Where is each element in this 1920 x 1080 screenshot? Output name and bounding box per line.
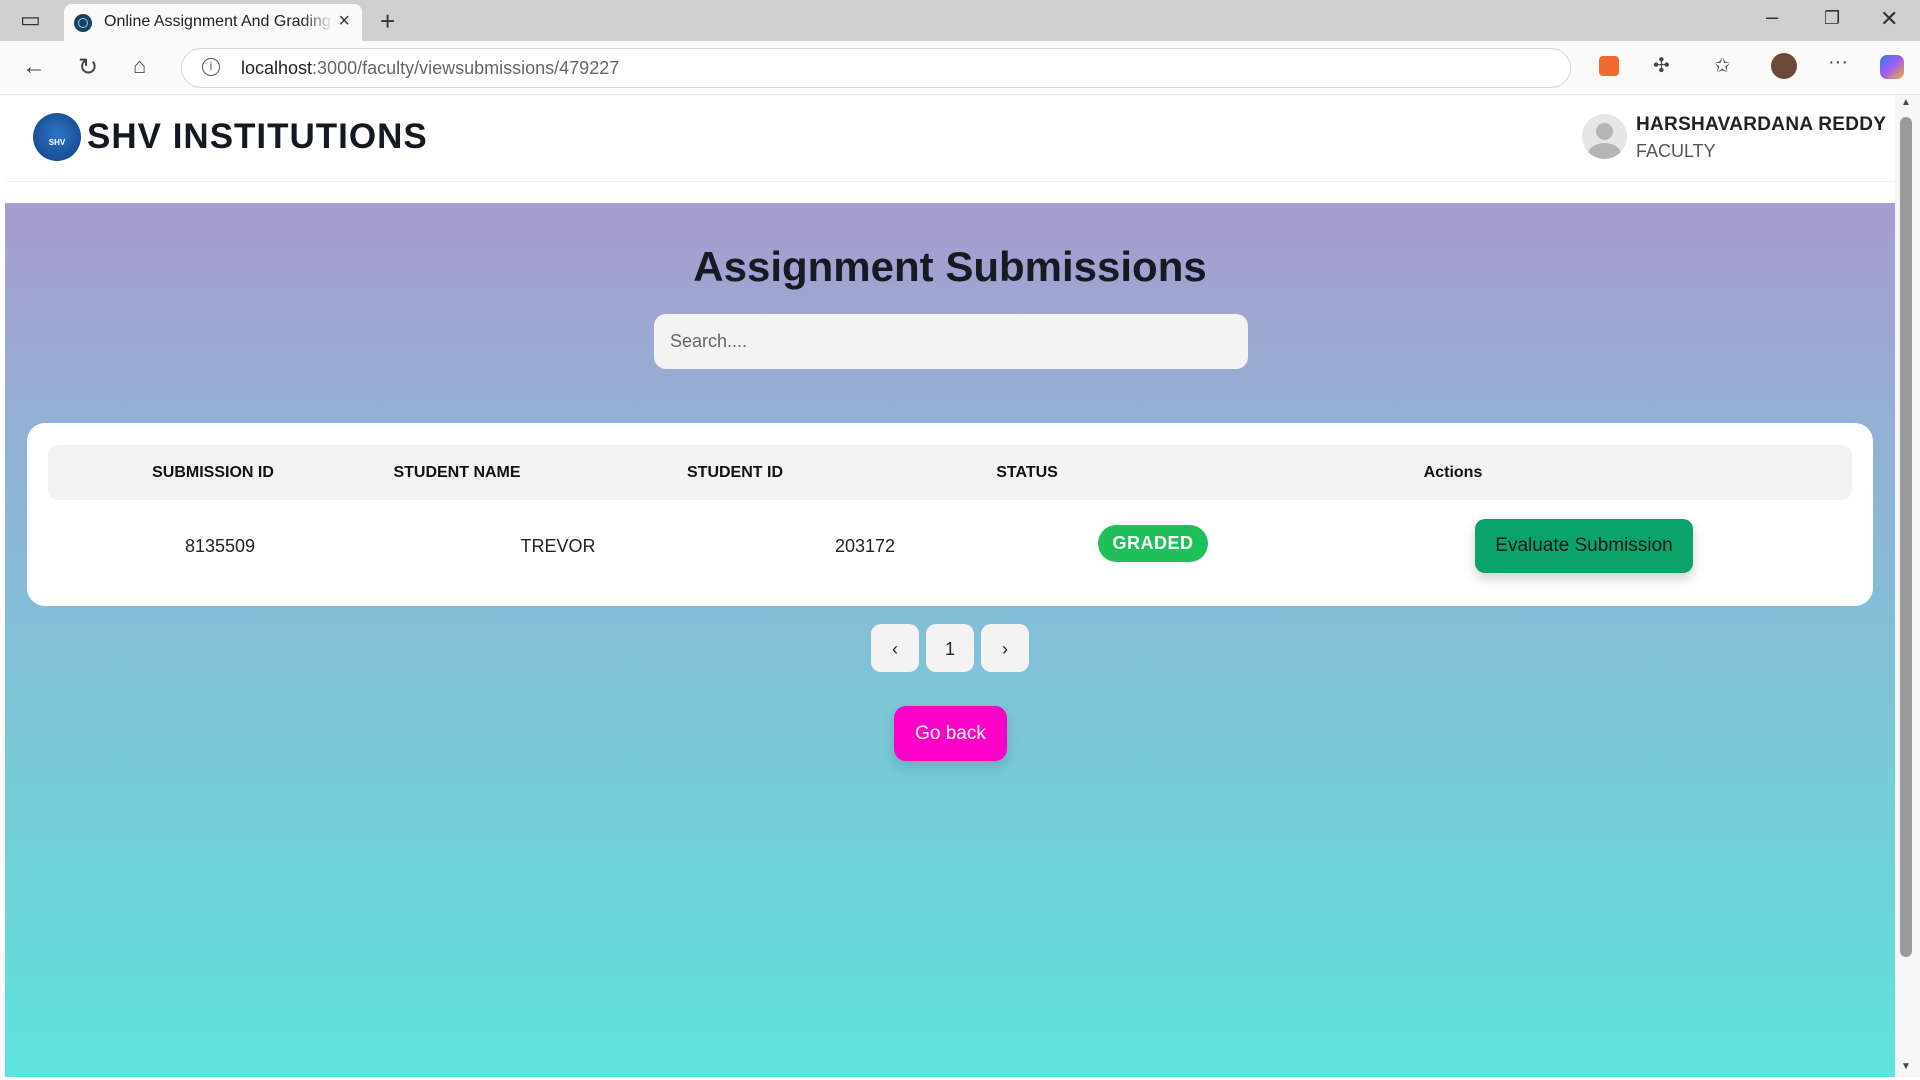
extension-badge-icon[interactable]: [1599, 56, 1619, 76]
column-header-submission-id: SUBMISSION ID: [152, 464, 274, 481]
column-header-actions: Actions: [1423, 464, 1483, 481]
close-window-icon[interactable]: ✕: [1880, 8, 1898, 30]
react-favicon-icon: [74, 14, 92, 32]
user-avatar-icon[interactable]: [1582, 114, 1627, 159]
tab-title: Online Assignment And Grading System: [104, 13, 334, 30]
minimize-icon[interactable]: –: [1766, 6, 1778, 28]
copilot-icon[interactable]: [1880, 55, 1904, 79]
column-header-student-name: STUDENT NAME: [393, 464, 521, 481]
close-icon[interactable]: ×: [338, 10, 350, 33]
url-path: :3000/faculty/viewsubmissions/479227: [312, 58, 620, 78]
site-header: SHV SHV INSTITUTIONS HARSHAVARDANA REDDY…: [5, 95, 1895, 182]
back-icon[interactable]: ←: [22, 53, 46, 81]
column-header-status: STATUS: [996, 464, 1058, 481]
user-name: HARSHAVARDANA REDDY: [1636, 114, 1887, 135]
scrollbar-thumb[interactable]: [1900, 117, 1912, 957]
scroll-up-icon[interactable]: ▲: [1901, 97, 1911, 108]
sidebar-toggle-icon[interactable]: ▭: [20, 9, 41, 31]
brand-name: SHV INSTITUTIONS: [87, 117, 428, 156]
user-role: FACULTY: [1636, 141, 1716, 161]
info-icon[interactable]: i: [202, 58, 220, 76]
address-bar[interactable]: i localhost:3000/faculty/viewsubmissions…: [181, 48, 1571, 88]
status-badge: GRADED: [1098, 525, 1208, 562]
web-page: SHV SHV INSTITUTIONS HARSHAVARDANA REDDY…: [5, 95, 1895, 1077]
go-back-button[interactable]: Go back: [894, 706, 1007, 761]
pagination-next-button[interactable]: ›: [981, 624, 1029, 672]
pagination-prev-button[interactable]: ‹: [871, 624, 919, 672]
institution-logo: SHV: [33, 113, 81, 161]
favorites-icon[interactable]: ✩: [1714, 53, 1731, 78]
restore-icon[interactable]: ❐: [1824, 9, 1840, 27]
profile-avatar-icon[interactable]: [1771, 53, 1797, 79]
table-header: SUBMISSION ID STUDENT NAME STUDENT ID ST…: [48, 445, 1852, 500]
more-icon[interactable]: ···: [1828, 51, 1848, 74]
extension-icon[interactable]: ✣: [1653, 53, 1670, 78]
reload-icon[interactable]: ↻: [78, 53, 98, 82]
browser-tab-bar: ▭ Online Assignment And Grading System ×…: [0, 0, 1920, 41]
student-name-cell: TREVOR: [520, 536, 596, 556]
logo-text: SHV: [48, 138, 66, 147]
scroll-down-icon[interactable]: ▼: [1901, 1061, 1911, 1072]
new-tab-icon[interactable]: +: [380, 8, 395, 34]
main-content: Assignment Submissions SUBMISSION ID STU…: [5, 203, 1895, 1077]
page-title: Assignment Submissions: [693, 243, 1207, 290]
home-icon[interactable]: ⌂: [133, 53, 146, 79]
evaluate-submission-button[interactable]: Evaluate Submission: [1475, 519, 1693, 573]
column-header-student-id: STUDENT ID: [687, 464, 783, 481]
submissions-table: SUBMISSION ID STUDENT NAME STUDENT ID ST…: [27, 423, 1873, 606]
submission-id-cell: 8135509: [184, 536, 256, 556]
pagination-page-1[interactable]: 1: [926, 624, 974, 672]
browser-tab[interactable]: Online Assignment And Grading System ×: [64, 4, 362, 41]
student-id-cell: 203172: [834, 536, 896, 556]
search-input[interactable]: [654, 314, 1248, 369]
url-host: localhost: [241, 58, 313, 78]
